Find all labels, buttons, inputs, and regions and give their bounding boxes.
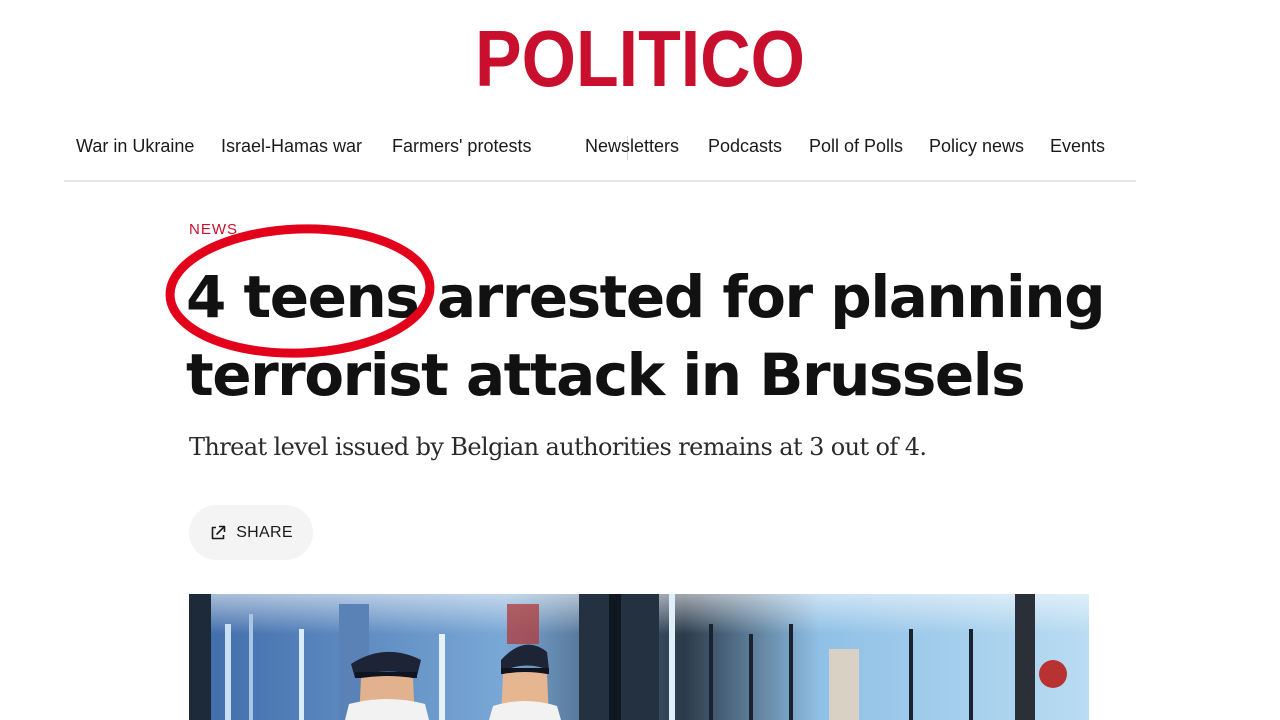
section-label[interactable]: NEWS [189, 221, 238, 238]
headline-line-1: 4 teens arrested for planning [186, 263, 1106, 331]
nav-item-israel-hamas-war[interactable]: Israel-Hamas war [221, 136, 362, 157]
svg-text:POLITICO: POLITICO [475, 14, 805, 94]
article-hero-image [189, 594, 1089, 720]
nav-item-podcasts[interactable]: Podcasts [708, 136, 782, 157]
top-nav: War in Ukraine Israel-Hamas war Farmers'… [64, 130, 1136, 182]
article-subhead: Threat level issued by Belgian authoriti… [189, 433, 927, 461]
article-headline: 4 teens arrested for planning terrorist … [186, 258, 1146, 414]
nav-item-events[interactable]: Events [1050, 136, 1105, 157]
politico-logo[interactable]: POLITICO [0, 14, 1280, 94]
nav-item-policy-news[interactable]: Policy news [929, 136, 1024, 157]
nav-item-war-in-ukraine[interactable]: War in Ukraine [76, 136, 194, 157]
headline-line-2: terrorist attack in Brussels [186, 341, 1026, 409]
nav-item-poll-of-polls[interactable]: Poll of Polls [809, 136, 903, 157]
nav-item-newsletters[interactable]: Newsletters [585, 136, 679, 157]
share-label: SHARE [236, 523, 293, 541]
politico-logo-mark: POLITICO [475, 14, 805, 94]
hero-photo [189, 594, 1089, 720]
nav-item-farmers-protests[interactable]: Farmers' protests [392, 136, 531, 157]
external-link-icon [209, 524, 227, 542]
share-button[interactable]: SHARE [189, 505, 313, 560]
